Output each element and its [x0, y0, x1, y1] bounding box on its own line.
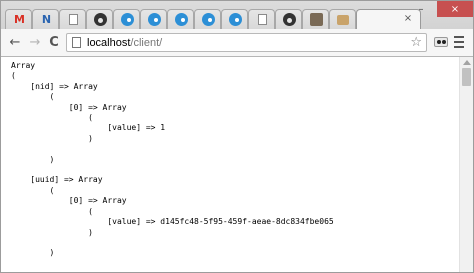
close-tab-icon[interactable]: ×: [402, 12, 414, 26]
vertical-scrollbar[interactable]: [459, 57, 473, 272]
page-icon: [72, 37, 81, 48]
document-icon: [258, 14, 267, 25]
scroll-thumb[interactable]: [462, 68, 471, 86]
tab[interactable]: [140, 9, 167, 29]
back-button[interactable]: ←: [7, 34, 23, 50]
document-icon: [69, 14, 78, 25]
tab[interactable]: [275, 9, 302, 29]
drupal-icon: [202, 13, 215, 26]
github-icon: [94, 13, 107, 26]
tab[interactable]: [221, 9, 248, 29]
tab[interactable]: [86, 9, 113, 29]
tab[interactable]: [194, 9, 221, 29]
tab-strip: MN × – ×: [1, 1, 473, 31]
url-text[interactable]: localhost/client/: [87, 35, 162, 51]
reload-button[interactable]: C: [46, 34, 62, 50]
scroll-up-arrow-icon[interactable]: [463, 60, 471, 65]
tab[interactable]: [59, 9, 86, 29]
page-content: Array ( [nid] => Array ( [0] => Array ( …: [1, 57, 473, 272]
box-icon: [337, 15, 349, 25]
address-bar[interactable]: localhost/client/ ☆: [66, 33, 427, 52]
gmail-icon: M: [14, 13, 25, 26]
url-host: localhost: [87, 37, 131, 49]
bookmark-star-icon[interactable]: ☆: [410, 35, 422, 51]
code-icon: N: [41, 13, 52, 26]
tab[interactable]: [167, 9, 194, 29]
menu-icon[interactable]: [454, 36, 464, 48]
dog-icon: [310, 13, 323, 26]
tab-active[interactable]: ×: [356, 9, 421, 29]
drupal-icon: [229, 13, 242, 26]
browser-toolbar: ← → C localhost/client/ ☆: [1, 29, 473, 57]
tab[interactable]: N: [32, 9, 59, 29]
drupal-icon: [121, 13, 134, 26]
close-window-button[interactable]: ×: [437, 1, 473, 17]
browser-window: MN × – × ← → C localhost/client/ ☆ Array…: [0, 0, 474, 273]
tab[interactable]: [302, 9, 329, 29]
github-icon: [283, 13, 296, 26]
forward-button[interactable]: →: [27, 34, 43, 50]
tab[interactable]: [113, 9, 140, 29]
drupal-icon: [175, 13, 188, 26]
extension-mask-icon[interactable]: [434, 37, 448, 47]
drupal-icon: [148, 13, 161, 26]
tab[interactable]: [329, 9, 356, 29]
tab[interactable]: [248, 9, 275, 29]
tab[interactable]: M: [5, 9, 32, 29]
array-dump-text: Array ( [nid] => Array ( [0] => Array ( …: [11, 61, 334, 258]
url-path: /client/: [130, 37, 163, 49]
